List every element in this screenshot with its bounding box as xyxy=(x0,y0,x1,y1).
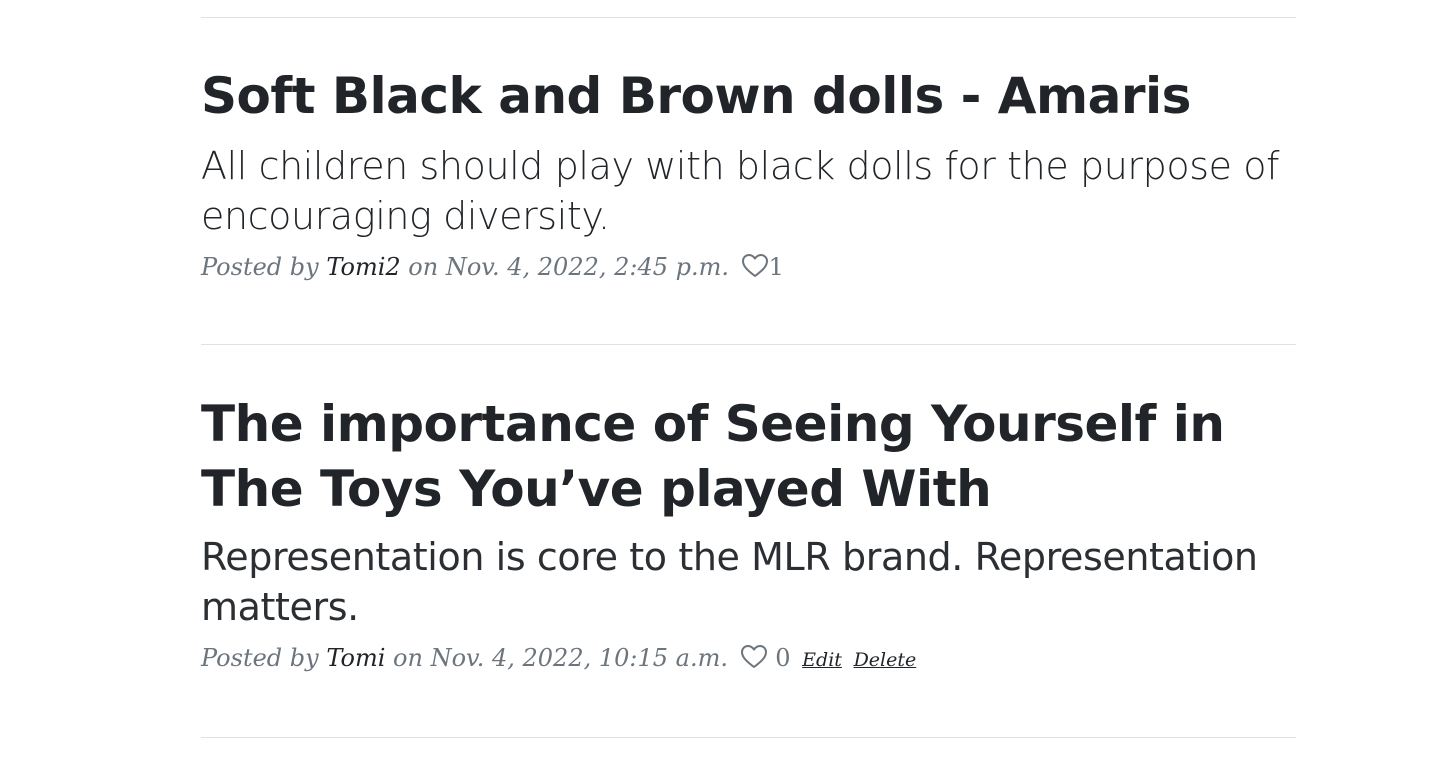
post-divider xyxy=(201,344,1296,345)
meta-prefix: Posted by xyxy=(201,253,319,281)
delete-link[interactable]: Delete xyxy=(854,649,917,671)
author-link[interactable]: Tomi xyxy=(326,644,385,672)
post-subtitle: All children should play with black doll… xyxy=(201,144,1280,238)
meta-on: on xyxy=(408,253,439,281)
post-meta: Posted by Tomi on Nov. 4, 2022, 10:15 a.… xyxy=(201,642,1296,676)
author-link[interactable]: Tomi2 xyxy=(326,253,400,281)
like-count: 1 xyxy=(768,253,784,281)
post-divider xyxy=(201,737,1296,738)
post-list: Soft Black and Brown dolls - Amaris All … xyxy=(0,0,1435,765)
post-meta: Posted by Tomi2 on Nov. 4, 2022, 2:45 p.… xyxy=(201,251,1296,283)
post-title-link[interactable]: Soft Black and Brown dolls - Amaris xyxy=(201,64,1296,129)
post-divider xyxy=(201,17,1296,18)
post-date: Nov. 4, 2022, 2:45 p.m. xyxy=(445,253,730,281)
heart-outline-icon[interactable] xyxy=(741,253,769,279)
post-date: Nov. 4, 2022, 10:15 a.m. xyxy=(430,644,728,672)
meta-on: on xyxy=(393,644,423,672)
post-preview: Soft Black and Brown dolls - Amaris All … xyxy=(201,64,1296,283)
post-preview: The importance of Seeing Yourself in The… xyxy=(201,392,1296,676)
heart-outline-icon[interactable] xyxy=(740,644,768,670)
like-count: 0 xyxy=(775,644,791,672)
edit-link[interactable]: Edit xyxy=(802,649,842,671)
meta-prefix: Posted by xyxy=(201,644,319,672)
post-title-link[interactable]: The importance of Seeing Yourself in The… xyxy=(201,392,1296,522)
post-subtitle: Representation is core to the MLR brand.… xyxy=(201,535,1258,629)
